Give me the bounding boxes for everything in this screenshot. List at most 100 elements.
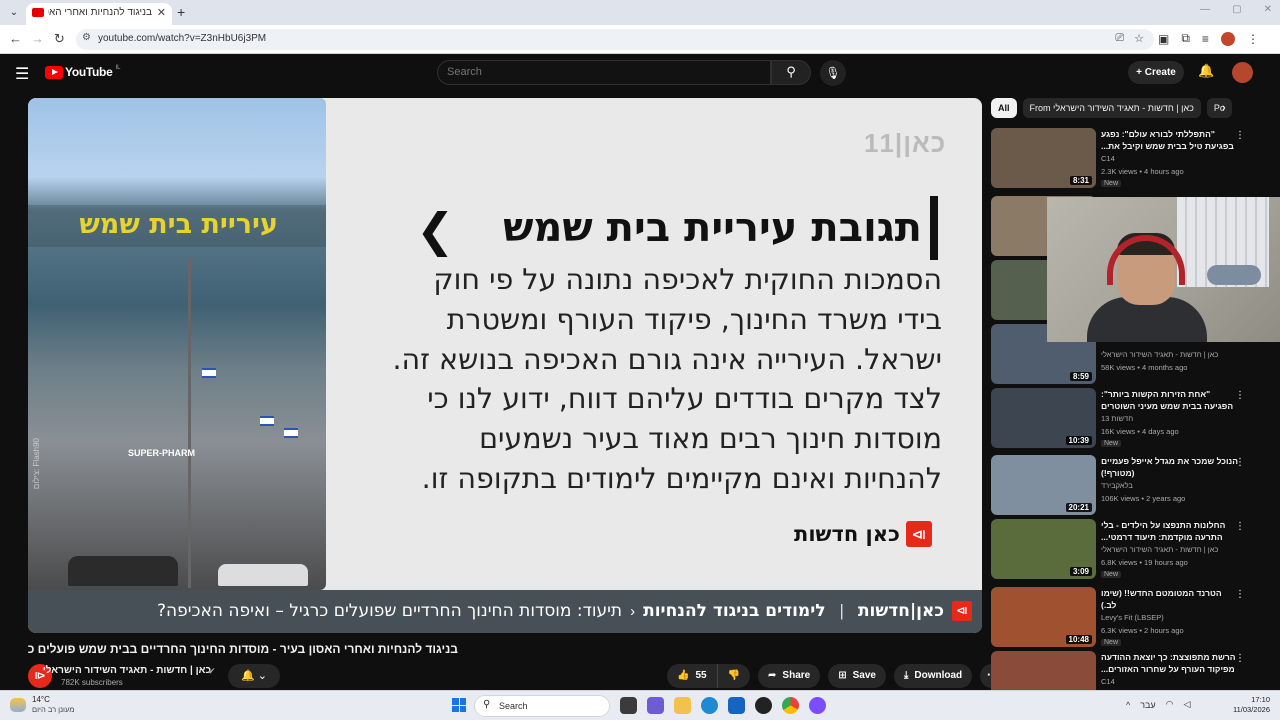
bookmark-star-icon[interactable]: ☆ — [1134, 32, 1144, 45]
site-info-icon[interactable]: ⚙ — [82, 32, 91, 43]
more-options-icon[interactable]: ⋮ — [1235, 390, 1245, 401]
recommendation-meta: 16K views • 4 days ago — [1101, 427, 1179, 436]
weather-temp: 14°C — [32, 695, 50, 704]
subscribed-notifications-button[interactable]: 🔔 ⌄ — [228, 664, 280, 688]
new-tab-icon[interactable]: + — [177, 4, 185, 20]
voice-search-button[interactable]: 🎙 — [820, 60, 846, 86]
maximize-icon[interactable]: ▢ — [1232, 4, 1241, 15]
more-options-icon[interactable]: ⋮ — [1235, 457, 1245, 468]
like-button[interactable]: 👍 55 — [667, 664, 718, 688]
overlay-line: בידי משרד החינוך, פיקוד העורף ומשטרת — [446, 302, 942, 336]
file-explorer-icon[interactable] — [674, 697, 691, 714]
recommendation-thumbnail[interactable]: 8:31 — [991, 128, 1096, 188]
recommendation-thumbnail[interactable]: 3:09 — [991, 519, 1096, 579]
recommendation-item[interactable]: 3:09 החלונות התנפצו על הילדים - בלי התרעה… — [991, 519, 1251, 579]
messenger-icon[interactable] — [809, 697, 826, 714]
more-options-icon[interactable]: ⋮ — [1235, 521, 1245, 532]
save-label: Save — [852, 670, 876, 681]
wifi-icon[interactable]: ◠ — [1166, 699, 1174, 710]
download-button[interactable]: ⤓ Download — [893, 664, 973, 688]
create-button[interactable]: + Create — [1128, 61, 1184, 84]
keyboard-language[interactable]: עבר — [1140, 700, 1155, 710]
reload-icon[interactable]: ↻ — [54, 31, 65, 47]
youtube-logo[interactable]: YouTube IL — [45, 65, 120, 79]
save-button[interactable]: ⊞ Save — [828, 664, 886, 688]
taskbar-search[interactable]: ⚲ Search — [474, 695, 610, 717]
chip-from-channel[interactable]: From כאן | חדשות - תאגיד השידור הישראלי — [1022, 98, 1201, 118]
browser-menu-icon[interactable]: ⋮ — [1247, 32, 1259, 46]
duration-badge: 8:31 — [1069, 176, 1092, 185]
recommendation-item[interactable]: 10:48 הטרנד המטומטם החדש!! (שימו לב.) ⋮ Lev… — [991, 587, 1251, 647]
recommendation-title[interactable]: הטרנד המטומטם החדש!! (שימו לב.) — [1101, 587, 1239, 611]
share-button[interactable]: ➦ Share — [758, 664, 821, 688]
duration-badge: 8:59 — [1069, 372, 1092, 381]
profile-icon[interactable] — [1220, 31, 1235, 46]
tab-close-icon[interactable]: ✕ — [157, 6, 166, 19]
system-clock[interactable]: 17:10 11/03/2026 — [1226, 695, 1270, 715]
store-icon[interactable] — [728, 697, 745, 714]
share-label: Share — [782, 670, 811, 681]
menu-icon[interactable]: ☰ — [15, 64, 29, 84]
recommendation-thumbnail[interactable]: 10:48 — [991, 587, 1096, 647]
recommendation-title[interactable]: "התפללתי לבורא עולם": נפגע בפגיעת טיל בב… — [1101, 128, 1239, 152]
extension-icon[interactable]: ▣ — [1158, 32, 1169, 46]
puzzle-icon[interactable]: ⧉ — [1181, 31, 1190, 46]
recommendation-item[interactable]: 20:21 הנוכל שמכר את מגדל אייפל פעמיים (מט… — [991, 455, 1251, 515]
windows-taskbar: 14°C מעונן רב היום ⚲ Search ^ עבר ◠ ◁ 17… — [0, 690, 1280, 720]
chrome-icon[interactable] — [782, 697, 799, 714]
tray-chevron-icon[interactable]: ^ — [1126, 700, 1130, 710]
new-badge: New — [1101, 440, 1122, 447]
ticker-brand: כאן|חדשות — [857, 601, 944, 621]
weather-widget[interactable]: 14°C מעונן רב היום — [10, 695, 74, 714]
close-window-icon[interactable]: ✕ — [1264, 4, 1272, 15]
forward-icon[interactable]: → — [31, 31, 44, 46]
overlay-headline: תגובת עיריית בית שמש — [503, 205, 922, 251]
chevron-left-icon: ‹ — [630, 602, 636, 620]
subscriber-count: 782K subscribers — [61, 678, 123, 687]
edge-icon[interactable] — [701, 697, 718, 714]
url-field[interactable]: ⚙ youtube.com/watch?v=Z3nHbU6j3PM ⎚ ☆ — [76, 29, 1154, 50]
recommendation-title[interactable]: הנוכל שמכר את מגדל אייפל פעמיים (מטורף!) — [1101, 455, 1239, 479]
recommendation-thumbnail[interactable]: 20:21 — [991, 455, 1096, 515]
teams-icon[interactable] — [647, 697, 664, 714]
search-input[interactable] — [447, 66, 747, 78]
chevron-right-icon[interactable]: › — [1222, 102, 1226, 114]
recommendation-title[interactable]: החלונות התנפצו על הילדים - בלי התרעה מוק… — [1101, 519, 1239, 543]
video-player[interactable]: עיריית בית שמש SUPER-PHARM צילום: Flash9… — [28, 98, 982, 633]
recommendation-meta: 58K views • 4 months ago — [1101, 363, 1188, 372]
new-badge: New — [1101, 571, 1122, 578]
browser-tab-active[interactable]: בניגוד להנחיות ואחרי האסון בעיר ✕ — [26, 3, 172, 25]
webcam-overlay — [1047, 197, 1280, 342]
recommendation-title[interactable]: הרשת מתפוצצת: כך יוצאת ההודעה מפיקוד העו… — [1101, 651, 1239, 675]
back-icon[interactable]: ← — [9, 31, 22, 46]
car — [68, 556, 178, 586]
weather-icon — [10, 697, 26, 712]
thumbs-up-icon: 👍 — [677, 670, 690, 681]
recommendation-thumbnail[interactable]: 10:39 — [991, 388, 1096, 448]
channel-name[interactable]: כאן | חדשות - תאגיד השידור הישראלי — [43, 665, 211, 676]
search-box[interactable] — [437, 60, 771, 85]
recommendation-title[interactable]: "אחת הזירות הקשות ביותר": הפגיעה בבית שמ… — [1101, 388, 1239, 412]
israel-flag — [284, 428, 298, 438]
cast-icon[interactable]: ⎚ — [1115, 32, 1124, 45]
url-text[interactable]: youtube.com/watch?v=Z3nHbU6j3PM — [98, 33, 266, 44]
account-avatar[interactable] — [1232, 62, 1253, 83]
more-options-icon[interactable]: ⋮ — [1235, 589, 1245, 600]
notifications-bell-icon[interactable]: 🔔 — [1198, 63, 1214, 79]
volume-icon[interactable]: ◁ — [1184, 699, 1191, 710]
minimize-icon[interactable]: — — [1200, 4, 1210, 15]
dislike-button[interactable]: 👎 — [717, 664, 751, 688]
chip-more[interactable]: Po — [1206, 98, 1232, 118]
more-options-icon[interactable]: ⋮ — [1235, 130, 1245, 141]
windows-start-icon[interactable] — [452, 698, 466, 712]
search-button[interactable]: ⚲ — [771, 60, 811, 85]
recommendation-item[interactable]: 8:31 "התפללתי לבורא עולם": נפגע בפגיעת טי… — [991, 128, 1251, 188]
chip-all[interactable]: All — [991, 98, 1017, 118]
task-view-icon[interactable] — [620, 697, 637, 714]
obs-icon[interactable] — [755, 697, 772, 714]
israel-flag — [260, 416, 274, 426]
tab-search-icon[interactable]: ⌄ — [6, 5, 22, 21]
media-icon[interactable]: ≡ — [1202, 32, 1209, 46]
recommendation-item[interactable]: 10:39 "אחת הזירות הקשות ביותר": הפגיעה בב… — [991, 388, 1251, 448]
more-options-icon[interactable]: ⋮ — [1235, 653, 1245, 664]
